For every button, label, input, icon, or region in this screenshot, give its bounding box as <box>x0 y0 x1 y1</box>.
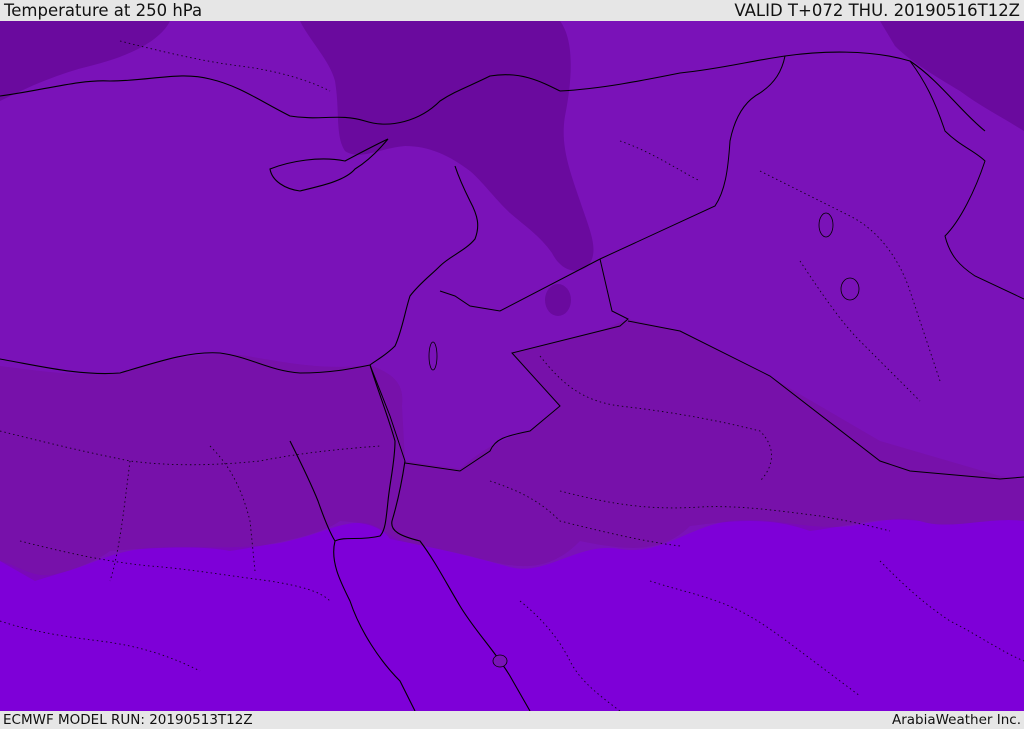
header-bar: Temperature at 250 hPa VALID T+072 THU. … <box>0 0 1024 21</box>
credit-label: ArabiaWeather Inc. <box>891 712 1021 728</box>
model-run-label: ECMWF MODEL RUN: 20190513T12Z <box>3 712 253 728</box>
temperature-map <box>0 21 1024 711</box>
map-title: Temperature at 250 hPa <box>4 1 203 20</box>
valid-time-label: VALID T+072 THU. 20190516T12Z <box>734 1 1020 20</box>
temperature-cold-pocket <box>545 284 571 316</box>
footer-bar: ECMWF MODEL RUN: 20190513T12Z ArabiaWeat… <box>0 711 1024 729</box>
